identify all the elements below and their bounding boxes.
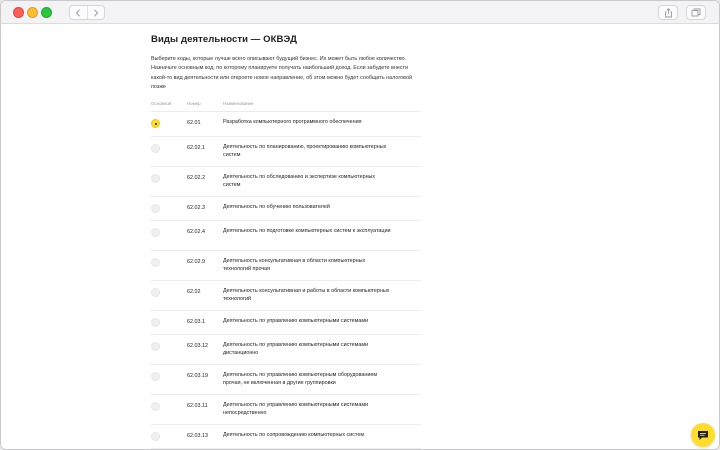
table-row[interactable]: 62.02.2 Деятельность по обследованию и э… — [151, 167, 421, 197]
okved-code: 62.02.1 — [187, 145, 205, 151]
okved-code: 62.02.3 — [187, 205, 205, 211]
table-row[interactable]: 62.02.4 Деятельность по подготовке компь… — [151, 221, 421, 251]
column-header-name: Наименование — [223, 101, 254, 106]
table-row[interactable]: 62.02.1 Деятельность по планированию, пр… — [151, 137, 421, 167]
okved-name: Деятельность по планированию, проектиров… — [223, 144, 387, 159]
table-row[interactable]: 62.02.3 Деятельность по обучению пользов… — [151, 197, 421, 221]
table-row[interactable]: 62.03.19 Деятельность по управлению комп… — [151, 365, 421, 395]
okved-name: Деятельность консультативная в области к… — [223, 258, 366, 273]
okved-name: Деятельность по управлению компьютерным … — [223, 372, 378, 387]
okved-code: 62.01 — [187, 120, 201, 126]
table-row[interactable]: 62.03.13 Деятельность по сопровождению к… — [151, 425, 421, 449]
okved-name: Деятельность консультативная и работы в … — [223, 288, 390, 303]
okved-code: 62.03.11 — [187, 403, 208, 409]
table-row[interactable]: 62.02 Деятельность консультативная и раб… — [151, 281, 421, 311]
chat-button[interactable] — [691, 423, 715, 447]
back-button[interactable] — [70, 6, 87, 19]
okved-code: 62.02.2 — [187, 175, 205, 181]
share-icon — [664, 7, 672, 17]
browser-window: Виды деятельности — ОКВЭД Выберите коды,… — [0, 0, 720, 450]
table-row[interactable]: 62.02.9 Деятельность консультативная в о… — [151, 251, 421, 281]
okved-name: Разработка компьютерного программного об… — [223, 119, 362, 125]
chevron-left-icon — [76, 8, 81, 17]
okved-code: 62.02.4 — [187, 229, 205, 235]
okved-name: Деятельность по обучению пользователей — [223, 204, 330, 210]
title-bar — [1, 1, 719, 24]
okved-name: Деятельность по подготовке компьютерных … — [223, 228, 391, 234]
main-code-radio[interactable] — [151, 228, 160, 237]
main-code-radio[interactable] — [151, 174, 160, 183]
okved-code: 62.03.19 — [187, 373, 208, 379]
zoom-window-button[interactable] — [41, 7, 52, 18]
okved-name: Деятельность по сопровождению компьютерн… — [223, 432, 365, 438]
main-code-radio[interactable] — [151, 318, 160, 327]
table-header: Основной Номер Наименование — [151, 101, 421, 112]
chat-icon — [698, 430, 708, 440]
okved-code: 62.03.12 — [187, 343, 208, 349]
minimize-window-button[interactable] — [27, 7, 38, 18]
column-header-main: Основной — [151, 101, 172, 106]
okved-code: 62.03.13 — [187, 433, 208, 439]
okved-name: Деятельность по обследованию и экспертиз… — [223, 174, 376, 189]
okved-name: Деятельность по управлению компьютерными… — [223, 318, 369, 324]
tabs-button[interactable] — [686, 5, 706, 20]
table-row[interactable]: 62.03.12 Деятельность по управлению комп… — [151, 335, 421, 365]
main-code-radio[interactable] — [151, 204, 160, 213]
main-code-radio[interactable] — [151, 372, 160, 381]
close-window-button[interactable] — [13, 7, 24, 18]
main-code-radio[interactable] — [151, 258, 160, 267]
tabs-icon — [691, 8, 701, 17]
main-code-radio[interactable] — [151, 119, 160, 128]
page-description: Выберите коды, которые лучше всего описы… — [151, 56, 412, 90]
table-row[interactable]: 62.01 Разработка компьютерного программн… — [151, 112, 421, 137]
main-code-radio[interactable] — [151, 144, 160, 153]
main-code-radio[interactable] — [151, 288, 160, 297]
okved-section: Виды деятельности — ОКВЭД Выберите коды,… — [151, 34, 423, 92]
okved-name: Деятельность по управлению компьютерными… — [223, 342, 369, 357]
table-row[interactable]: 62.03.1 Деятельность по управлению компь… — [151, 311, 421, 335]
table-row[interactable]: 62.03.11 Деятельность по управлению комп… — [151, 395, 421, 425]
chevron-right-icon — [93, 8, 98, 17]
main-code-radio[interactable] — [151, 402, 160, 411]
share-button[interactable] — [658, 5, 678, 20]
navigation-buttons — [69, 5, 105, 20]
okved-name: Деятельность по управлению компьютерными… — [223, 402, 369, 417]
okved-code: 62.03.1 — [187, 319, 205, 325]
main-code-radio[interactable] — [151, 432, 160, 441]
okved-code: 62.02.9 — [187, 259, 205, 265]
forward-button[interactable] — [86, 6, 105, 19]
main-code-radio[interactable] — [151, 342, 160, 351]
column-header-code: Номер — [187, 101, 201, 106]
okved-code: 62.02 — [187, 289, 201, 295]
page-title: Виды деятельности — ОКВЭД — [151, 34, 297, 45]
